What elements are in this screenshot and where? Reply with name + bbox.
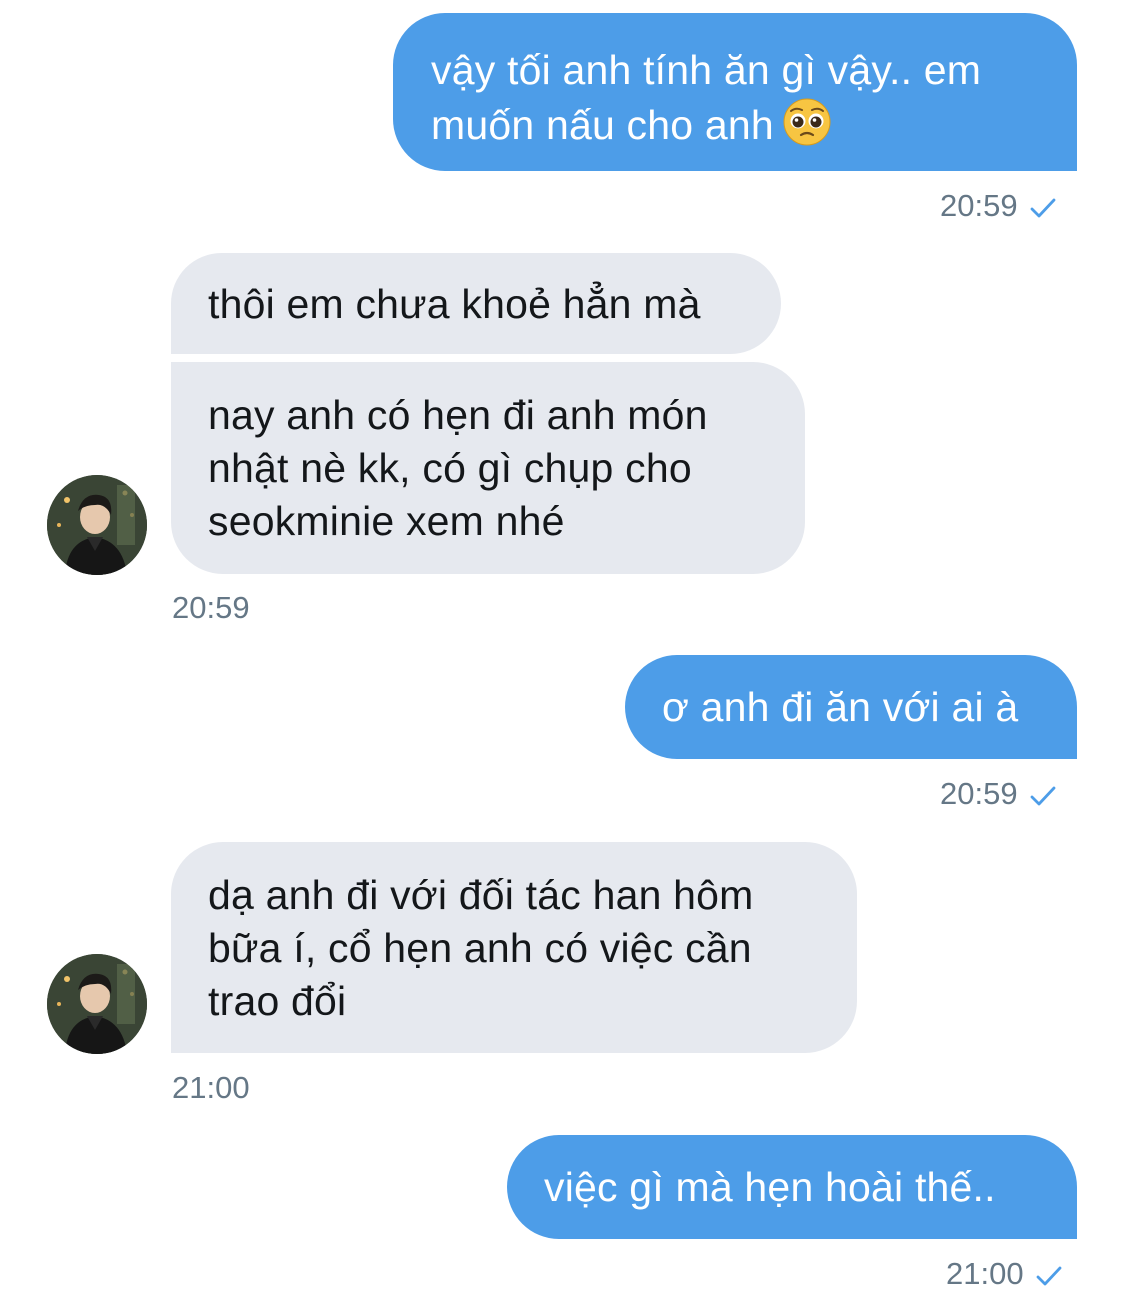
message-text: nay anh có hẹn đi anh món (208, 392, 708, 438)
message-text: nhật nè kk, có gì chụp cho (208, 445, 692, 491)
check-icon (1030, 198, 1055, 218)
message-bubble-incoming[interactable]: nay anh có hẹn đi anh món nhật nè kk, có… (171, 362, 805, 574)
message-text: vậy tối anh tính ăn gì vậy.. em (431, 47, 982, 93)
message-bubble-outgoing[interactable]: ơ anh đi ăn với ai à (625, 655, 1077, 759)
message-timestamp: 20:59 (940, 188, 1056, 224)
message-bubble-incoming[interactable]: thôi em chưa khoẻ hẳn mà (171, 253, 781, 354)
message-bubble-outgoing[interactable]: việc gì mà hẹn hoài thế.. (507, 1135, 1077, 1239)
avatar-photo (47, 954, 147, 1054)
avatar[interactable] (47, 954, 147, 1054)
message-text: seokminie xem nhé (208, 498, 565, 544)
message-timestamp: 20:59 (940, 776, 1056, 812)
check-icon (1030, 786, 1055, 806)
message-timestamp: 21:00 (946, 1256, 1062, 1292)
message-text: bữa í, cổ hẹn anh có việc cần (208, 925, 752, 971)
message-text: dạ anh đi với đối tác han hôm (208, 872, 754, 918)
avatar-photo (47, 475, 147, 575)
message-text: thôi em chưa khoẻ hẳn mà (208, 281, 701, 327)
pleading-face-emoji (783, 98, 831, 146)
message-text: ơ anh đi ăn với ai à (662, 684, 1019, 730)
check-icon (1036, 1266, 1061, 1286)
message-text: trao đổi (208, 978, 347, 1024)
message-timestamp: 21:00 (172, 1070, 250, 1105)
message-bubble-outgoing[interactable]: vậy tối anh tính ăn gì vậy.. em muốn nấu… (393, 13, 1077, 171)
message-timestamp: 20:59 (172, 590, 250, 625)
avatar[interactable] (47, 475, 147, 575)
message-text: việc gì mà hẹn hoài thế.. (544, 1164, 996, 1210)
message-bubble-incoming[interactable]: dạ anh đi với đối tác han hôm bữa í, cổ … (171, 842, 857, 1053)
message-text: muốn nấu cho anh (431, 102, 774, 148)
